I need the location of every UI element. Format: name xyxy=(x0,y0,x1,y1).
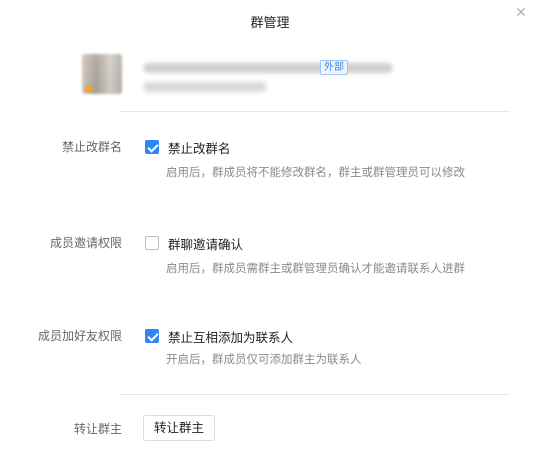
rename-checkbox[interactable] xyxy=(145,140,159,154)
add-friend-option-label[interactable]: 禁止互相添加为联系人 xyxy=(168,327,293,346)
setting-label: 成员邀请权限 xyxy=(49,236,122,250)
avatar-status-dot xyxy=(85,86,93,92)
add-friend-checkbox[interactable] xyxy=(145,329,159,343)
divider-bottom xyxy=(120,394,510,395)
dialog-title: 群管理 xyxy=(250,16,290,31)
group-subtitle-blurred xyxy=(144,82,266,92)
group-name-blurred xyxy=(144,63,392,73)
group-info: 外部 xyxy=(82,54,502,100)
invite-option-label[interactable]: 群聊邀请确认 xyxy=(168,234,243,253)
setting-label: 成员加好友权限 xyxy=(37,329,122,343)
invite-confirm-checkbox[interactable] xyxy=(145,236,159,250)
transfer-owner-label: 转让群主 xyxy=(73,422,122,436)
group-management-dialog: 群管理 ✕ 外部 禁止改群名 禁止改群名 启用后，群成员将不能修改群名，群主或群… xyxy=(0,0,540,450)
external-badge: 外部 xyxy=(320,60,348,75)
setting-label: 禁止改群名 xyxy=(61,140,122,154)
add-friend-description: 开启后，群成员仅可添加群主为联系人 xyxy=(166,352,362,366)
rename-option-label[interactable]: 禁止改群名 xyxy=(168,138,231,157)
invite-description: 启用后，群成员需群主或群管理员确认才能邀请联系人进群 xyxy=(166,261,465,275)
close-icon[interactable]: ✕ xyxy=(514,6,528,20)
divider-top xyxy=(120,111,510,112)
rename-description: 启用后，群成员将不能修改群名，群主或群管理员可以修改 xyxy=(166,165,465,179)
transfer-owner-button[interactable]: 转让群主 xyxy=(143,415,215,441)
